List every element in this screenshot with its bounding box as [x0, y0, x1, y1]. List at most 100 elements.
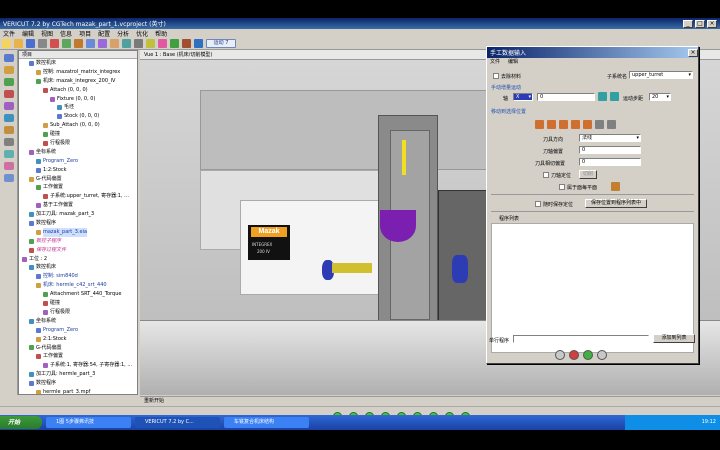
- tree-node[interactable]: 毛坯: [19, 103, 137, 112]
- tree-node[interactable]: Stock (0, 0, 0): [19, 112, 137, 121]
- tree-node[interactable]: Sub_Attach (0, 0, 0): [19, 121, 137, 130]
- tree-node[interactable]: Program_Zero: [19, 326, 137, 335]
- save-icon[interactable]: [26, 39, 35, 48]
- nc-program-icon[interactable]: [4, 150, 14, 158]
- menu-item[interactable]: 分析: [117, 29, 129, 38]
- tree-node[interactable]: 加工刀具: hermle_part_3: [19, 370, 137, 379]
- pick-mode-7-icon[interactable]: [607, 120, 616, 129]
- taskbar-item-2[interactable]: VERICUT 7.2 by C...: [135, 417, 220, 428]
- axis-value-field[interactable]: 0: [537, 93, 595, 101]
- tree-node[interactable]: Program_Zero: [19, 157, 137, 166]
- menu-item[interactable]: 视图: [41, 29, 53, 38]
- reset-icon[interactable]: [50, 39, 59, 48]
- tree-node[interactable]: 坐标系统: [19, 148, 137, 157]
- tree-node[interactable]: G-代码偏置: [19, 175, 137, 184]
- dialog-menu-file[interactable]: 文件: [490, 58, 500, 67]
- report-list-icon[interactable]: [4, 174, 14, 182]
- pick-mode-5-icon[interactable]: [583, 120, 592, 129]
- tool-icon[interactable]: [74, 39, 83, 48]
- taskbar-clock[interactable]: 19:12: [625, 415, 720, 430]
- subsystem-select[interactable]: upper_turret: [629, 71, 693, 79]
- tree-node[interactable]: 工作偏置: [19, 183, 137, 192]
- colors-icon[interactable]: [158, 39, 167, 48]
- pick-mode-6-icon[interactable]: [595, 120, 604, 129]
- tool-offset-field[interactable]: 0: [579, 146, 641, 154]
- motion-tab[interactable]: 运动 7: [206, 39, 236, 48]
- tree-node[interactable]: 数控程序: [19, 379, 137, 388]
- pick-mode-1-icon[interactable]: [535, 120, 544, 129]
- pick-mode-3-icon[interactable]: [559, 120, 568, 129]
- open-icon[interactable]: [14, 39, 23, 48]
- tree-node[interactable]: 机床: mazak_integrex_200_IV: [19, 77, 137, 86]
- tree-node[interactable]: 机床: hermle_c42_srt_440: [19, 281, 137, 290]
- new-project-icon[interactable]: [2, 39, 11, 48]
- dialog-pause-button[interactable]: [597, 350, 607, 360]
- menu-item[interactable]: 项目: [79, 29, 91, 38]
- tree-node[interactable]: 数控机床: [19, 263, 137, 272]
- tree-node[interactable]: 工作偏置: [19, 352, 137, 361]
- tool-locate-checkbox[interactable]: [543, 172, 549, 178]
- cut-stock-checkbox[interactable]: [493, 73, 499, 79]
- machine-icon[interactable]: [4, 66, 14, 74]
- offsets-icon[interactable]: [4, 126, 14, 134]
- optimize-icon[interactable]: [182, 39, 191, 48]
- tree-node[interactable]: 数控程序: [19, 219, 137, 228]
- dialog-stop-button[interactable]: [569, 350, 579, 360]
- tools-icon[interactable]: [4, 138, 14, 146]
- tree-node[interactable]: Fixture (0, 0, 0): [19, 95, 137, 104]
- tree-node[interactable]: 2:1:Stock: [19, 335, 137, 344]
- settings-icon[interactable]: [134, 39, 143, 48]
- dialog-play-button[interactable]: [583, 350, 593, 360]
- save-to-program-list-button[interactable]: 保存位置到程序列表中: [585, 199, 647, 208]
- model-icon[interactable]: [62, 39, 71, 48]
- tree-node[interactable]: 行程极限: [19, 308, 137, 317]
- menu-item[interactable]: 配置: [98, 29, 110, 38]
- tree-node[interactable]: mazak_part_3.eia: [19, 227, 137, 237]
- components-icon[interactable]: [4, 90, 14, 98]
- tree-node[interactable]: 碰撞: [19, 299, 137, 308]
- tool-side-offset-field[interactable]: 0: [579, 158, 641, 166]
- save-position-checkbox[interactable]: [535, 201, 541, 207]
- menu-item[interactable]: 信息: [60, 29, 72, 38]
- zoom-icon[interactable]: [86, 39, 95, 48]
- tree-node[interactable]: 1:2:Stock: [19, 166, 137, 175]
- dialog-rewind-button[interactable]: [555, 350, 565, 360]
- report-icon[interactable]: [146, 39, 155, 48]
- tree-node[interactable]: 行程极限: [19, 139, 137, 148]
- simulate-icon[interactable]: [194, 39, 203, 48]
- single-program-field[interactable]: [513, 335, 649, 343]
- tree-node[interactable]: 控制: mazatrol_matrix_integrex: [19, 68, 137, 77]
- tree-node[interactable]: 保存过程文件: [19, 246, 137, 255]
- jog-minus-icon[interactable]: [598, 92, 607, 101]
- close-button[interactable]: ×: [707, 19, 717, 28]
- tree-node[interactable]: 基于工作偏置: [19, 201, 137, 210]
- step-select[interactable]: 20: [649, 93, 671, 101]
- tree-node[interactable]: G-代码偏置: [19, 344, 137, 353]
- tree-node[interactable]: 子系统:upper_turret, 寄存器:1, ...: [19, 192, 137, 201]
- axis-select[interactable]: X: [513, 93, 533, 101]
- tree-node[interactable]: hermle_part_3.mpf: [19, 388, 137, 394]
- models-icon[interactable]: [4, 102, 14, 110]
- project-tree-icon[interactable]: [4, 54, 14, 62]
- tree-node[interactable]: 数控子程序: [19, 237, 137, 246]
- tree-node[interactable]: Attach (0, 0, 0): [19, 86, 137, 95]
- plane-icon[interactable]: [611, 182, 620, 191]
- tree-node[interactable]: 加工刀具: mazak_part_3: [19, 210, 137, 219]
- tree-node[interactable]: 工位 : 2: [19, 255, 137, 264]
- pick-mode-4-icon[interactable]: [571, 120, 580, 129]
- pick-mode-2-icon[interactable]: [547, 120, 556, 129]
- tree-node[interactable]: Attachment SRT_440_Torque: [19, 290, 137, 299]
- view-icon[interactable]: [98, 39, 107, 48]
- menu-item[interactable]: 优化: [136, 29, 148, 38]
- menu-item[interactable]: 文件: [3, 29, 15, 38]
- taskbar-item-1[interactable]: 1图 5步骤弗讯技: [46, 417, 131, 428]
- coordinate-icon[interactable]: [4, 114, 14, 122]
- tree-node[interactable]: 碰撞: [19, 130, 137, 139]
- tree-node[interactable]: 数控机床: [19, 59, 137, 68]
- locate-button[interactable]: 切削: [579, 170, 597, 179]
- print-icon[interactable]: [38, 39, 47, 48]
- minimize-button[interactable]: _: [683, 19, 693, 28]
- menu-item[interactable]: 帮助: [155, 29, 167, 38]
- menu-item[interactable]: 编辑: [22, 29, 34, 38]
- jog-plus-icon[interactable]: [610, 92, 619, 101]
